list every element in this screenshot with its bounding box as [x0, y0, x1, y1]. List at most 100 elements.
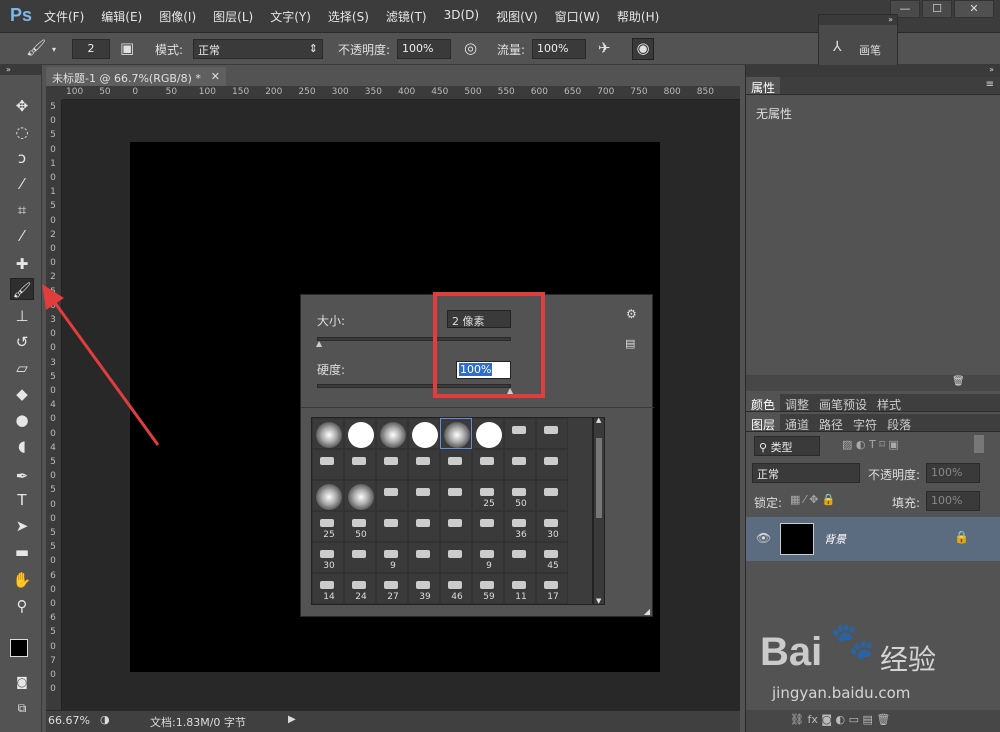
flow-input[interactable]: 100% — [532, 39, 586, 59]
brush-preset[interactable]: 9 — [472, 542, 504, 573]
brush-preset[interactable] — [312, 449, 344, 480]
brush-preset[interactable]: 39 — [408, 573, 440, 604]
menu-select[interactable]: 选择(S) — [328, 8, 369, 25]
menu-edit[interactable]: 编辑(E) — [101, 8, 142, 25]
brush-preset[interactable] — [472, 418, 504, 449]
pressure-size-icon[interactable]: ◉ — [632, 38, 654, 60]
brush-preset[interactable] — [312, 480, 344, 511]
brush-preset[interactable] — [344, 542, 376, 573]
brush-preset[interactable] — [376, 418, 408, 449]
brush-preset[interactable] — [344, 449, 376, 480]
brush-preset[interactable] — [504, 418, 536, 449]
tab-character[interactable]: 字符 — [848, 414, 882, 432]
panel-menu-icon[interactable]: ≡ — [986, 79, 994, 90]
crop-tool-icon[interactable]: ⌗ — [10, 199, 34, 221]
layer-actions-icons[interactable]: ⛓ fx ◙ ◐ ▭ ▤ 🗑 — [790, 713, 890, 726]
brush-preset[interactable] — [440, 480, 472, 511]
fill-input[interactable]: 100% — [926, 491, 980, 511]
brush-panel-collapsed[interactable]: » ⅄ 画笔 — [818, 14, 898, 68]
tab-properties[interactable]: 属性 — [746, 77, 781, 95]
brush-preset[interactable]: 11 — [504, 573, 536, 604]
preset-scrollbar[interactable]: ▲ ▼ — [593, 416, 605, 605]
status-arrow-icon[interactable]: ▶ — [288, 714, 296, 725]
new-preset-icon[interactable]: ▤ — [625, 337, 635, 350]
brush-preset[interactable]: 24 — [344, 573, 376, 604]
brush-preset[interactable]: 9 — [376, 542, 408, 573]
layer-filter-select[interactable]: ⚲ 类型 — [754, 436, 820, 456]
document-tab[interactable]: 未标题-1 @ 66.7%(RGB/8) * ✕ — [46, 67, 226, 87]
mode-select[interactable]: 正常 ⇕ — [193, 39, 323, 59]
scroll-up-icon[interactable]: ▲ — [596, 416, 601, 424]
brush-preset[interactable] — [440, 511, 472, 542]
brush-preset[interactable]: 50 — [344, 511, 376, 542]
brush-preset[interactable] — [408, 511, 440, 542]
tab-brush-presets[interactable]: 画笔预设 — [814, 394, 872, 412]
tab-paths[interactable]: 路径 — [814, 414, 848, 432]
brush-preset[interactable]: 25 — [472, 480, 504, 511]
zoom-tool-icon[interactable]: ⚲ — [10, 595, 34, 617]
brush-preset[interactable] — [408, 418, 440, 449]
pressure-opacity-icon[interactable]: ◎ — [464, 39, 477, 57]
move-tool-icon[interactable]: ✥ — [10, 95, 34, 117]
lock-icons[interactable]: ▦ ⁄ ✥ 🔒 — [790, 493, 836, 506]
menu-file[interactable]: 文件(F) — [44, 8, 84, 25]
rectangle-tool-icon[interactable]: ▬ — [10, 541, 34, 563]
menu-3d[interactable]: 3D(D) — [444, 8, 479, 25]
tab-color[interactable]: 颜色 — [746, 394, 781, 412]
brush-preset[interactable]: 17 — [536, 573, 568, 604]
brush-preset[interactable] — [536, 449, 568, 480]
maximize-button[interactable]: ☐ — [922, 0, 952, 18]
brush-tool-icon[interactable]: 🖌 — [26, 38, 46, 57]
brush-preset[interactable]: 27 — [376, 573, 408, 604]
brush-preset[interactable]: 14 — [312, 573, 344, 604]
panel-collapse-icon[interactable]: » — [746, 65, 1000, 77]
brush-preset[interactable] — [376, 511, 408, 542]
pen-tool-icon[interactable]: ✒ — [10, 465, 34, 487]
brush-preset[interactable] — [504, 449, 536, 480]
opacity-input[interactable]: 100% — [397, 39, 451, 59]
tab-styles[interactable]: 样式 — [872, 394, 906, 412]
gear-icon[interactable]: ⚙ — [626, 307, 637, 321]
brush-preset[interactable]: 25 — [312, 511, 344, 542]
status-menu-icon[interactable]: ◑ — [100, 713, 110, 726]
tab-paragraph[interactable]: 段落 — [882, 414, 916, 432]
panel-collapse-icon[interactable]: » — [819, 15, 897, 25]
brush-preset[interactable] — [440, 418, 472, 449]
brush-preset[interactable] — [472, 449, 504, 480]
menu-filter[interactable]: 滤镜(T) — [386, 8, 427, 25]
brush-panel-toggle-icon[interactable]: ▣ — [120, 39, 134, 57]
brush-size-picker[interactable]: 2 — [72, 39, 110, 59]
layer-filter-icons[interactable]: ▨ ◐ T ⌑ ▣ — [842, 438, 899, 451]
eye-icon[interactable]: 👁 — [756, 531, 771, 545]
brush-preset[interactable] — [472, 511, 504, 542]
brush-preset[interactable] — [536, 418, 568, 449]
brush-preset[interactable] — [312, 418, 344, 449]
brush-preset[interactable]: 30 — [536, 511, 568, 542]
scroll-down-icon[interactable]: ▼ — [596, 597, 601, 605]
close-tab-icon[interactable]: ✕ — [211, 70, 220, 83]
brush-preset[interactable]: 45 — [536, 542, 568, 573]
foreground-color-swatch[interactable] — [10, 639, 28, 657]
brush-preset[interactable] — [344, 480, 376, 511]
zoom-level[interactable]: 66.67% — [48, 714, 90, 727]
tab-layers[interactable]: 图层 — [746, 414, 781, 432]
brush-preset[interactable] — [408, 449, 440, 480]
brush-preset[interactable] — [440, 542, 472, 573]
size-slider-handle-icon[interactable]: ▲ — [316, 339, 322, 348]
brush-preset[interactable] — [440, 449, 472, 480]
layer-opacity-input[interactable]: 100% — [926, 463, 980, 483]
marquee-tool-icon[interactable]: ◌ — [10, 121, 34, 143]
path-selection-tool-icon[interactable]: ➤ — [10, 515, 34, 537]
brush-preset[interactable]: 50 — [504, 480, 536, 511]
quick-mask-icon[interactable]: ◙ — [10, 671, 34, 693]
tab-channels[interactable]: 通道 — [780, 414, 814, 432]
brush-preset[interactable]: 30 — [312, 542, 344, 573]
brush-preset[interactable] — [408, 480, 440, 511]
healing-brush-tool-icon[interactable]: ✚ — [10, 253, 34, 275]
airbrush-icon[interactable]: ✈ — [598, 39, 611, 57]
filter-toggle[interactable] — [974, 435, 984, 453]
type-tool-icon[interactable]: T — [10, 489, 34, 511]
menu-layer[interactable]: 图层(L) — [213, 8, 253, 25]
menu-view[interactable]: 视图(V) — [496, 8, 538, 25]
menu-image[interactable]: 图像(I) — [159, 8, 196, 25]
